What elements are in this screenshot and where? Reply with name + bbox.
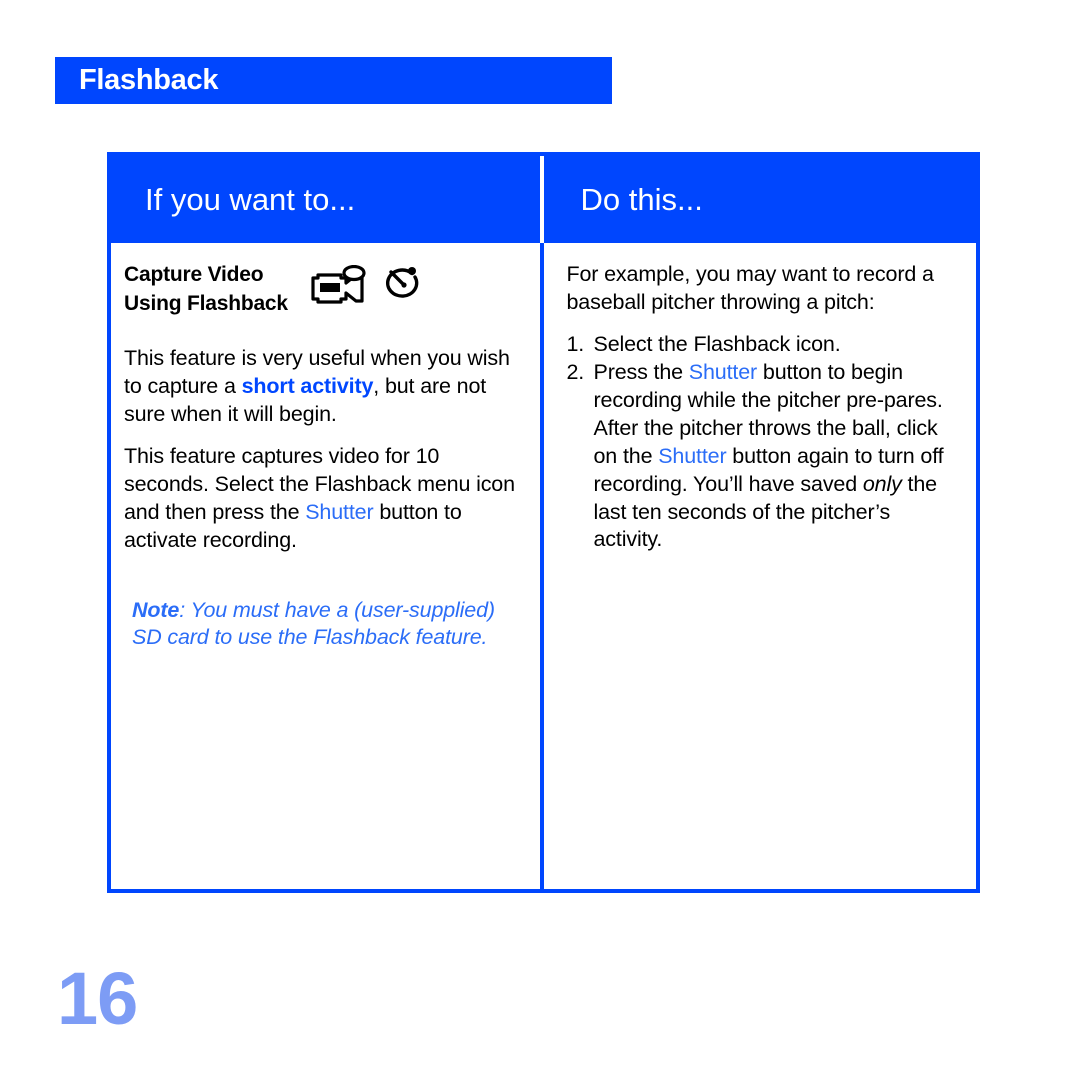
table-header-cell-do-this: Do this... — [544, 156, 977, 243]
note-body: : You must have a (user-supplied) SD car… — [132, 597, 495, 650]
chapter-banner: Flashback — [55, 57, 612, 104]
keyword-shutter-step2-b: Shutter — [658, 443, 727, 468]
table-body-row: Capture Video Using Flashback This featu… — [111, 243, 976, 889]
step-number-1: 1. — [566, 331, 585, 356]
steps-list: 1. Select the Flashback icon. 2. Press t… — [567, 331, 961, 555]
feature-heading-row: Capture Video Using Flashback — [124, 261, 528, 319]
step-item-2: 2. Press the Shutter button to begin rec… — [567, 359, 961, 555]
step2-part-1: Press the — [593, 359, 689, 384]
feature-title: Capture Video Using Flashback — [124, 261, 288, 319]
left-paragraph-1: This feature is very useful when you wis… — [124, 345, 528, 429]
step-number-2: 2. — [566, 359, 585, 384]
keyword-shutter-left: Shutter — [305, 499, 374, 524]
chapter-title: Flashback — [79, 64, 219, 96]
note-paragraph: Note: You must have a (user-supplied) SD… — [132, 597, 528, 653]
left-paragraph-2: This feature captures video for 10 secon… — [124, 443, 528, 555]
step-text-2: Press the Shutter button to begin record… — [594, 359, 961, 555]
page-number: 16 — [57, 957, 138, 1040]
note-label: Note — [132, 597, 180, 622]
step-text-1: Select the Flashback icon. — [594, 331, 961, 359]
feature-icon-group — [310, 264, 424, 310]
camcorder-icon — [310, 264, 368, 310]
step-item-1: 1. Select the Flashback icon. — [567, 331, 961, 359]
keyword-short-activity: short activity — [241, 373, 374, 398]
feature-title-line-1: Capture Video — [124, 263, 264, 286]
step1-part-1: Select the Flashback icon. — [593, 331, 841, 356]
stopwatch-icon — [382, 265, 424, 310]
table-cell-do-this: For example, you may want to record a ba… — [544, 243, 977, 889]
feature-title-line-2: Using Flashback — [124, 291, 288, 315]
table-cell-if-you-want-to: Capture Video Using Flashback This featu… — [111, 243, 544, 889]
table-header-row: If you want to... Do this... — [111, 156, 976, 243]
column-header-label-left: If you want to... — [145, 182, 356, 217]
right-intro-paragraph: For example, you may want to record a ba… — [566, 262, 934, 314]
keyword-shutter-step2-a: Shutter — [688, 359, 758, 384]
howto-table: If you want to... Do this... Capture Vid… — [107, 152, 980, 893]
emphasis-only: only — [862, 471, 902, 496]
column-header-label-right: Do this... — [580, 182, 703, 217]
table-header-cell-if-you-want-to: If you want to... — [111, 156, 544, 243]
